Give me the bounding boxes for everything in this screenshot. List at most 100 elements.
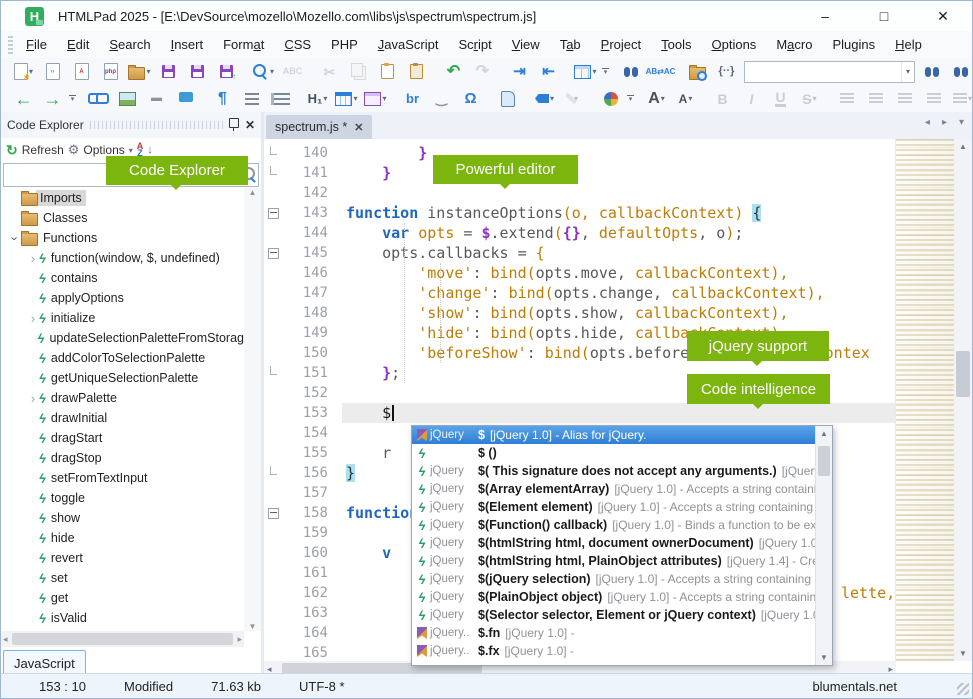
italic-button[interactable]: I [738, 87, 765, 111]
tree-item-toggle[interactable]: ϟtoggle [1, 488, 244, 508]
tree-item-setfromtextinput[interactable]: ϟsetFromTextInput [1, 468, 244, 488]
clipboard-button[interactable] [403, 60, 430, 84]
tag-button[interactable]: ▾ [531, 87, 558, 111]
brand-link[interactable]: blumentals.net [812, 679, 897, 694]
find-previous-button[interactable] [948, 60, 973, 84]
autocomplete-item[interactable]: ϟjQuery$(PlainObject object)[jQuery 1.0]… [412, 588, 815, 606]
tree-item-getuniqueselectionpalette[interactable]: ϟgetUniqueSelectionPalette [1, 368, 244, 388]
autocomplete-item[interactable]: ϟjQuery$(htmlString html, document owner… [412, 534, 815, 552]
tab-spectrum-js[interactable]: spectrum.js * ✕ [266, 115, 372, 139]
autocomplete-item[interactable]: ϟjQuery$(htmlString html, PlainObject at… [412, 552, 815, 570]
tree-item-imports[interactable]: Imports [1, 188, 244, 208]
expander-icon[interactable]: › [27, 311, 39, 326]
line-break-button[interactable]: br [399, 87, 426, 111]
tree-item-show[interactable]: ϟshow [1, 508, 244, 528]
menu-php[interactable]: PHP [321, 31, 368, 58]
code-line-143[interactable]: 143function instanceOptions(o, callbackC… [264, 203, 896, 223]
align-right-button[interactable] [891, 87, 918, 111]
tree-item-functions[interactable]: ›Functions [1, 228, 244, 248]
code-line-142[interactable]: 142 [264, 183, 896, 203]
autocomplete-item[interactable]: ϟjQuery$(jQuery selection)[jQuery 1.0] -… [412, 570, 815, 588]
find-in-files-button[interactable] [684, 60, 711, 84]
tree-item-classes[interactable]: Classes [1, 208, 244, 228]
fold-marker[interactable] [264, 248, 282, 259]
undo-button[interactable]: ↶ [440, 60, 467, 84]
scrollbar-thumb[interactable] [12, 633, 234, 645]
panel-close-icon[interactable]: ✕ [245, 118, 255, 132]
fold-marker[interactable] [264, 166, 282, 181]
tree-item-revert[interactable]: ϟrevert [1, 548, 244, 568]
pin-icon[interactable] [229, 118, 239, 128]
code-line-147[interactable]: 147 'change': bind(opts.change, callback… [264, 283, 896, 303]
navigate-back-button[interactable]: ← [10, 87, 37, 111]
new-html-document-button[interactable]: ‹› [39, 60, 66, 84]
tree-vertical-scrollbar[interactable]: ▲▼ [244, 188, 261, 631]
outdent-button[interactable]: ⇤ [535, 60, 562, 84]
menu-css[interactable]: CSS [274, 31, 321, 58]
navigate-forward-button[interactable]: → [39, 87, 66, 111]
tree-item-function-window-undefined-[interactable]: ›ϟfunction(window, $, undefined) [1, 248, 244, 268]
menu-macro[interactable]: Macro [766, 31, 822, 58]
align-justify-button[interactable] [920, 87, 947, 111]
fold-marker[interactable] [264, 466, 282, 481]
format-painter-button[interactable]: ▾ [560, 87, 587, 111]
minimap[interactable] [895, 139, 954, 661]
autocomplete-item[interactable]: jQuery..$.fn[jQuery 1.0] - [412, 624, 815, 642]
new-document-button[interactable]: ✶▾ [10, 60, 37, 84]
tree-item-hide[interactable]: ϟhide [1, 528, 244, 548]
expander-icon[interactable]: › [27, 391, 39, 406]
image-button[interactable] [114, 87, 141, 111]
code-line-141[interactable]: 141 } [264, 163, 896, 183]
decrease-font-button[interactable]: A▾ [672, 87, 699, 111]
new-php-document-button[interactable]: php [97, 60, 124, 84]
strikethrough-button[interactable]: S▾ [796, 87, 823, 111]
fold-marker[interactable] [264, 366, 282, 381]
script-block-button[interactable] [494, 87, 521, 111]
copy-button[interactable] [345, 60, 372, 84]
tree-item-updateselectionpalettefromstorag[interactable]: ϟupdateSelectionPaletteFromStorag [1, 328, 244, 348]
tree-item-applyoptions[interactable]: ϟapplyOptions [1, 288, 244, 308]
save-all-button[interactable] [184, 60, 211, 84]
find-next-button[interactable] [919, 60, 946, 84]
indent-button[interactable]: ⇥ [506, 60, 533, 84]
fold-box-icon[interactable] [268, 508, 279, 519]
menu-format[interactable]: Format [213, 31, 274, 58]
color-picker-button[interactable] [597, 87, 624, 111]
spell-check-button[interactable]: ABC [279, 60, 306, 84]
search-term-input[interactable] [745, 63, 901, 81]
tree-item-drawinitial[interactable]: ϟdrawInitial [1, 408, 244, 428]
code-line-153[interactable]: 153 $ [264, 403, 896, 423]
resize-grip[interactable] [957, 683, 969, 695]
bullet-list-button[interactable] [238, 87, 265, 111]
tree-item-drawpalette[interactable]: ›ϟdrawPalette [1, 388, 244, 408]
fold-box-icon[interactable] [268, 248, 279, 259]
code-line-140[interactable]: 140 } [264, 143, 896, 163]
code-line-145[interactable]: 145 opts.callbacks = { [264, 243, 896, 263]
comment-button[interactable] [172, 87, 199, 111]
tree-item-contains[interactable]: ϟcontains [1, 268, 244, 288]
chevron-down-icon[interactable]: ▾ [901, 62, 914, 82]
paragraph-button[interactable]: ¶ [209, 87, 236, 111]
paste-button[interactable] [374, 60, 401, 84]
menu-insert[interactable]: Insert [161, 31, 214, 58]
tab-scroll-right-icon[interactable]: ▸ [942, 117, 947, 128]
code-snippet-button[interactable]: {··} [713, 60, 740, 84]
menu-tools[interactable]: Tools [651, 31, 701, 58]
menu-edit[interactable]: Edit [57, 31, 99, 58]
tree-horizontal-scrollbar[interactable]: ◂▸ [1, 631, 244, 647]
tab-list-icon[interactable]: ▾ [959, 117, 964, 128]
toolbar-overflow-icon[interactable]: ▾ [69, 90, 76, 108]
menu-script[interactable]: Script [448, 31, 501, 58]
save-upload-button[interactable]: ↑ [213, 60, 240, 84]
editor-vertical-scrollbar[interactable]: ▲▼ [954, 139, 972, 661]
table-button[interactable]: ▾ [333, 87, 360, 111]
align-left-button[interactable] [833, 87, 860, 111]
popup-scrollbar[interactable]: ▲▼ [815, 426, 832, 665]
heading-button[interactable]: H₁▾ [304, 87, 331, 111]
menu-help[interactable]: Help [885, 31, 932, 58]
tree-item-get[interactable]: ϟget [1, 588, 244, 608]
numbered-list-button[interactable] [267, 87, 294, 111]
redo-button[interactable]: ↷ [469, 60, 496, 84]
bold-button[interactable]: B [709, 87, 736, 111]
maximize-button[interactable]: □ [869, 8, 899, 24]
